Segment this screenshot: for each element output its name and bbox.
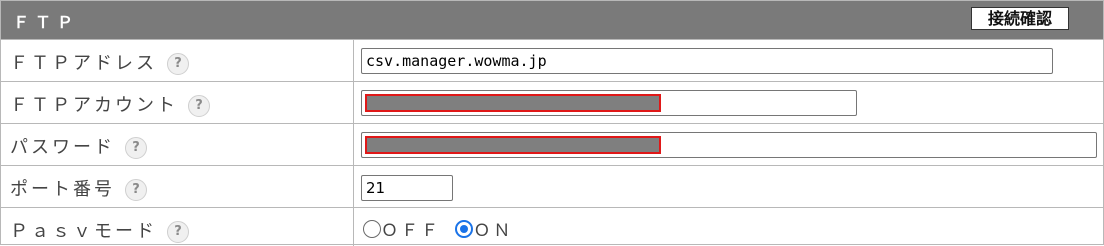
row-value-cell [355,82,1103,123]
row-label-cell: ＦＴＰアドレス? [1,40,354,81]
ftp-account-label: ＦＴＰアカウント [10,95,178,116]
pasv-on-label[interactable]: ＯＮ [473,221,513,241]
section-header: ＦＴＰ 接続確認 [1,1,1103,39]
help-icon[interactable]: ? [167,221,189,243]
ftp-account-input[interactable] [361,90,857,116]
ftp-address-label: ＦＴＰアドレス [10,53,157,74]
port-row: ポート番号? [1,165,1103,207]
help-icon[interactable]: ? [188,95,210,117]
ftp-account-row: ＦＴＰアカウント? [1,81,1103,123]
section-title: ＦＴＰ [13,13,80,32]
help-icon[interactable]: ? [125,179,147,201]
row-label-cell: Ｐａｓｖモード? [1,208,354,246]
pasv-off-radio[interactable] [363,220,381,238]
row-value-cell [355,40,1103,81]
row-value-cell: ＯＦＦ ＯＮ [355,208,1103,246]
redacted-value [365,136,661,154]
ftp-address-input[interactable] [361,48,1053,74]
password-row: パスワード? [1,123,1103,165]
ftp-settings-panel: ＦＴＰ 接続確認 ＦＴＰアドレス? ＦＴＰアカウント? パスワー [0,0,1104,246]
ftp-address-row: ＦＴＰアドレス? [1,39,1103,81]
help-icon[interactable]: ? [167,53,189,75]
pasv-off-label[interactable]: ＯＦＦ [381,221,441,241]
row-label-cell: パスワード? [1,124,354,165]
port-label: ポート番号 [10,179,115,200]
redacted-value [365,94,661,112]
port-input[interactable] [361,175,453,201]
connection-test-button[interactable]: 接続確認 [971,7,1069,30]
pasv-mode-row: Ｐａｓｖモード? ＯＦＦ ＯＮ [1,207,1103,246]
row-label-cell: ＦＴＰアカウント? [1,82,354,123]
pasv-mode-radio-group: ＯＦＦ ＯＮ [363,216,519,241]
row-value-cell [355,124,1103,165]
pasv-mode-label: Ｐａｓｖモード [10,221,157,242]
pasv-on-radio[interactable] [455,220,474,238]
row-label-cell: ポート番号? [1,166,354,207]
password-input[interactable] [361,132,1097,158]
help-icon[interactable]: ? [125,137,147,159]
password-label: パスワード [10,137,115,158]
row-value-cell [355,166,1103,207]
